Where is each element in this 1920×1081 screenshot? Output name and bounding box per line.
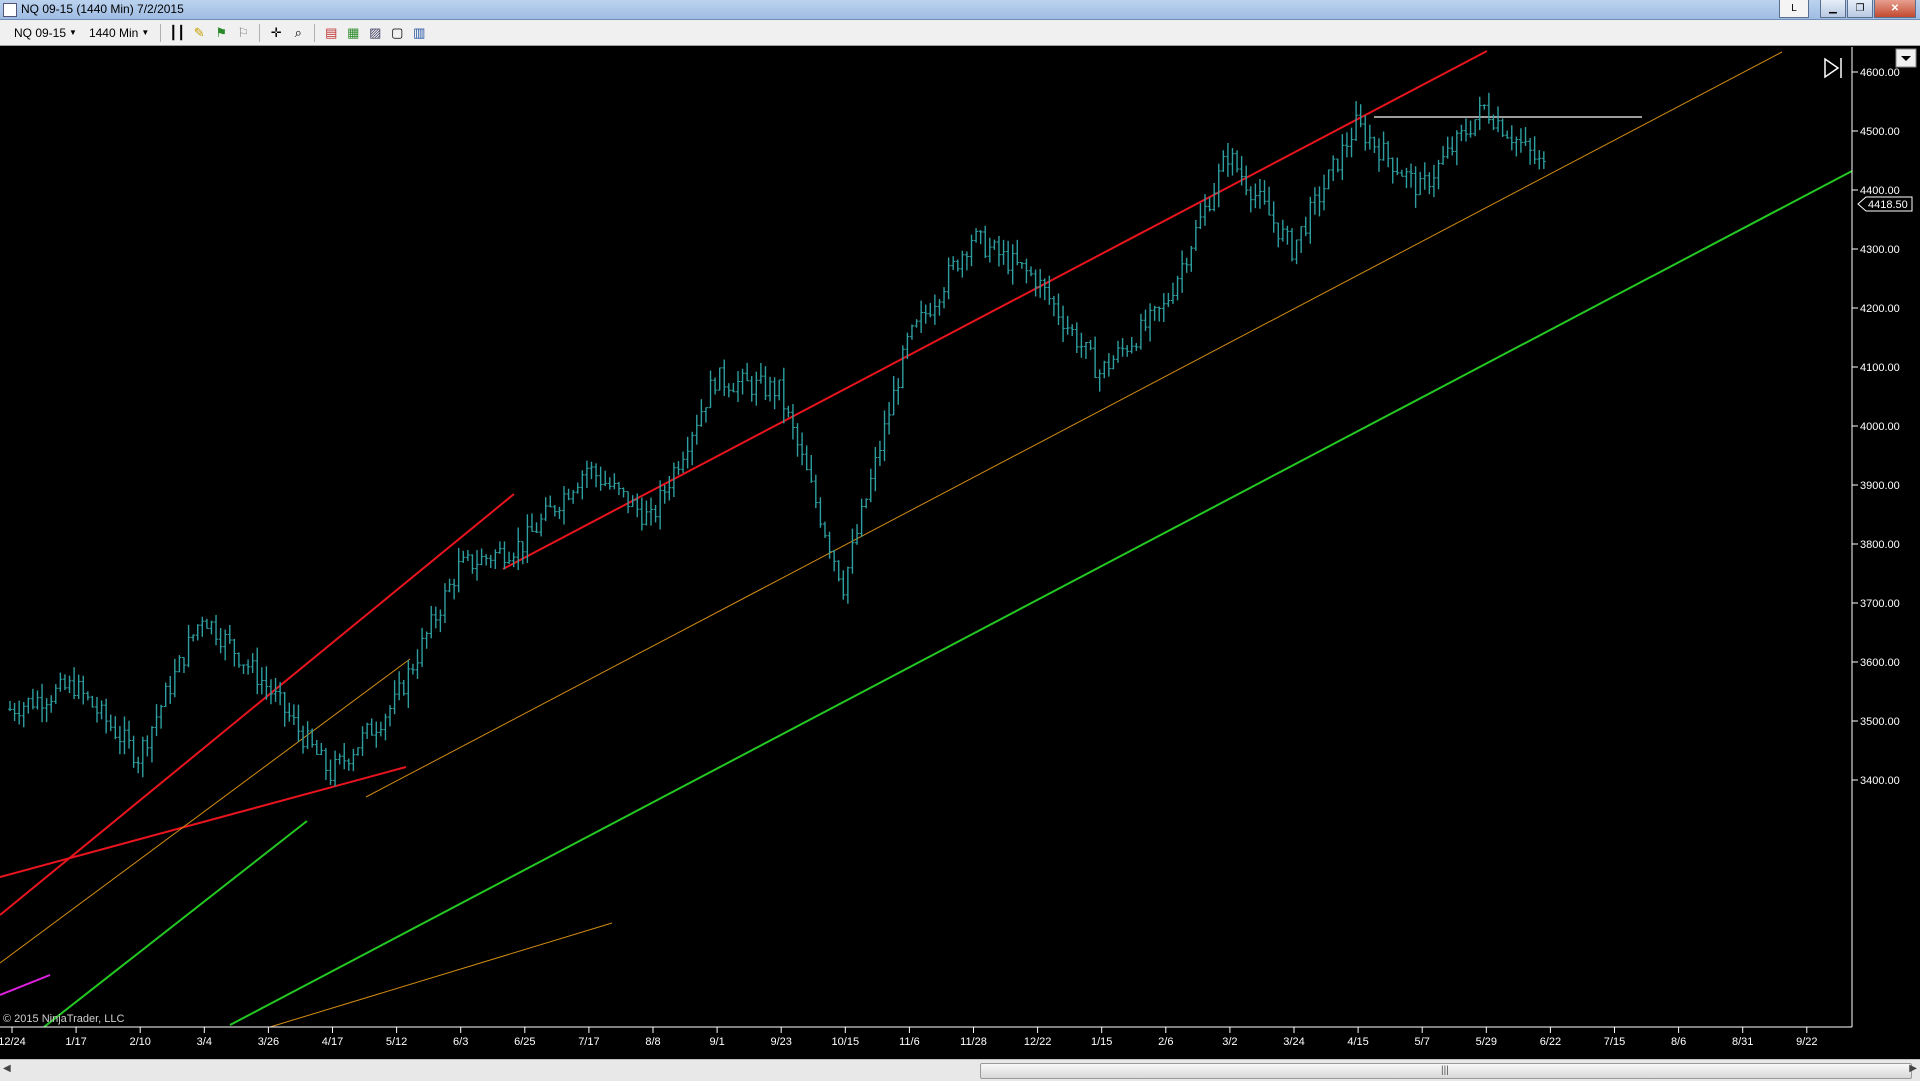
date-tick-label: 8/8 — [645, 1036, 660, 1048]
chart-app-icon — [3, 3, 17, 17]
draw-tool-icon[interactable]: ⚑ — [212, 24, 230, 42]
data-box-icon[interactable]: ▥ — [410, 24, 428, 42]
scroll-right-icon[interactable]: ▶ — [1909, 1063, 1917, 1074]
chart-canvas[interactable]: 4600.00 4500.00 4400.00 4300.00 4200.00 4100.… — [0, 47, 1920, 1057]
toolbar-divider — [259, 23, 261, 42]
zoom-icon[interactable]: ⌕ — [289, 24, 307, 42]
stop-draw-icon[interactable]: ⚐ — [234, 24, 252, 42]
properties-icon[interactable]: ▨ — [366, 24, 384, 42]
date-tick-label: 7/15 — [1604, 1036, 1625, 1048]
date-tick-label: 3/26 — [258, 1036, 279, 1048]
date-tick-label: 11/6 — [899, 1036, 920, 1048]
date-tick-label: 8/6 — [1671, 1036, 1686, 1048]
price-tick-label: 4500.00 — [1860, 126, 1900, 138]
indicators-icon[interactable]: ▤ — [322, 24, 340, 42]
toolbar-divider — [314, 23, 316, 42]
price-tick-label: 4400.00 — [1860, 185, 1900, 197]
window-title: NQ 09-15 (1440 Min) 7/2/2015 — [21, 2, 184, 16]
date-tick-label: 5/29 — [1476, 1036, 1497, 1048]
price-tick-label: 3500.00 — [1860, 716, 1900, 728]
crosshair-icon[interactable]: ✛ — [267, 24, 285, 42]
strategies-icon[interactable]: ▦ — [344, 24, 362, 42]
date-tick-label: 12/22 — [1024, 1036, 1052, 1048]
interval-label: 1440 Min — [88, 25, 139, 40]
date-tick-label: 6/3 — [453, 1036, 468, 1048]
price-tick-label: 3900.00 — [1860, 480, 1900, 492]
date-tick-label: 7/17 — [578, 1036, 599, 1048]
pencil-icon[interactable]: ✎ — [190, 24, 208, 42]
instrument-label: NQ 09-15 — [14, 25, 67, 40]
price-tick-label: 4000.00 — [1860, 421, 1900, 433]
horizontal-scrollbar[interactable]: ◀ ||| ▶ — [0, 1059, 1920, 1081]
price-tick-label: 3400.00 — [1860, 775, 1900, 787]
price-tick-label: 3700.00 — [1860, 598, 1900, 610]
chevron-down-icon: ▼ — [69, 28, 77, 37]
date-tick-label: 10/15 — [832, 1036, 860, 1048]
date-tick-label: 1/15 — [1091, 1036, 1112, 1048]
date-tick-label: 11/28 — [960, 1036, 987, 1048]
price-tick-label: 4200.00 — [1860, 303, 1900, 315]
date-tick-label: 6/22 — [1540, 1036, 1561, 1048]
interval-selector[interactable]: 1440 Min ▼ — [85, 22, 153, 44]
price-tick-label: 4300.00 — [1860, 244, 1900, 256]
date-tick-label: 6/25 — [514, 1036, 535, 1048]
bar-type-icon[interactable]: ┃┃ — [168, 24, 186, 42]
date-tick-label: 9/22 — [1796, 1036, 1817, 1048]
price-tick-label: 3800.00 — [1860, 539, 1900, 551]
chart-toolbar: NQ 09-15 ▼ 1440 Min ▼ ┃┃ ✎ ⚑ ⚐ ✛ ⌕ ▤ ▦ ▨ ▢… — [0, 20, 1920, 46]
chevron-down-icon: ▼ — [141, 28, 150, 37]
grip-icon: ||| — [1441, 1065, 1449, 1076]
last-price-label: 4418.50 — [1868, 199, 1908, 211]
price-chart[interactable]: 4600.00 4500.00 4400.00 4300.00 4200.00 4100.… — [0, 47, 1920, 1057]
date-tick-label: 9/1 — [709, 1036, 724, 1048]
scroll-left-icon[interactable]: ◀ — [3, 1063, 11, 1074]
date-tick-label: 2/6 — [1158, 1036, 1173, 1048]
price-tick-label: 4100.00 — [1860, 362, 1900, 374]
layout-button[interactable]: L — [1779, 0, 1809, 18]
snapshot-icon[interactable]: ▢ — [388, 24, 406, 42]
date-tick-label: 9/23 — [770, 1036, 791, 1048]
title-bar: NQ 09-15 (1440 Min) 7/2/2015 L ▁ ❐ ✕ — [0, 0, 1920, 20]
date-tick-label: 3/2 — [1222, 1036, 1237, 1048]
date-tick-label: 12/24 — [0, 1036, 26, 1048]
instrument-selector[interactable]: NQ 09-15 ▼ — [10, 22, 81, 44]
price-tick-label: 3600.00 — [1860, 657, 1900, 669]
date-tick-label: 4/15 — [1347, 1036, 1368, 1048]
window-controls: L ▁ ❐ ✕ — [1779, 0, 1916, 18]
date-tick-label: 8/31 — [1732, 1036, 1753, 1048]
close-button[interactable]: ✕ — [1874, 0, 1916, 18]
toolbar-divider — [160, 23, 162, 42]
scrollbar-thumb[interactable]: ||| — [980, 1063, 1912, 1079]
maximize-button[interactable]: ❐ — [1847, 0, 1873, 18]
date-tick-label: 4/17 — [322, 1036, 343, 1048]
date-tick-label: 3/24 — [1283, 1036, 1304, 1048]
last-price-marker: 4418.50 — [1857, 196, 1913, 212]
scale-dropdown-button[interactable] — [1895, 48, 1917, 68]
date-tick-label: 2/10 — [129, 1036, 150, 1048]
copyright-label: © 2015 NinjaTrader, LLC — [3, 1013, 124, 1025]
date-tick-label: 1/17 — [65, 1036, 86, 1048]
price-tick-label: 4600.00 — [1860, 67, 1900, 79]
date-tick-label: 3/4 — [197, 1036, 212, 1048]
date-tick-label: 5/12 — [386, 1036, 407, 1048]
minimize-button[interactable]: ▁ — [1820, 0, 1846, 18]
chart-background — [0, 47, 1920, 1057]
date-tick-label: 5/7 — [1415, 1036, 1430, 1048]
